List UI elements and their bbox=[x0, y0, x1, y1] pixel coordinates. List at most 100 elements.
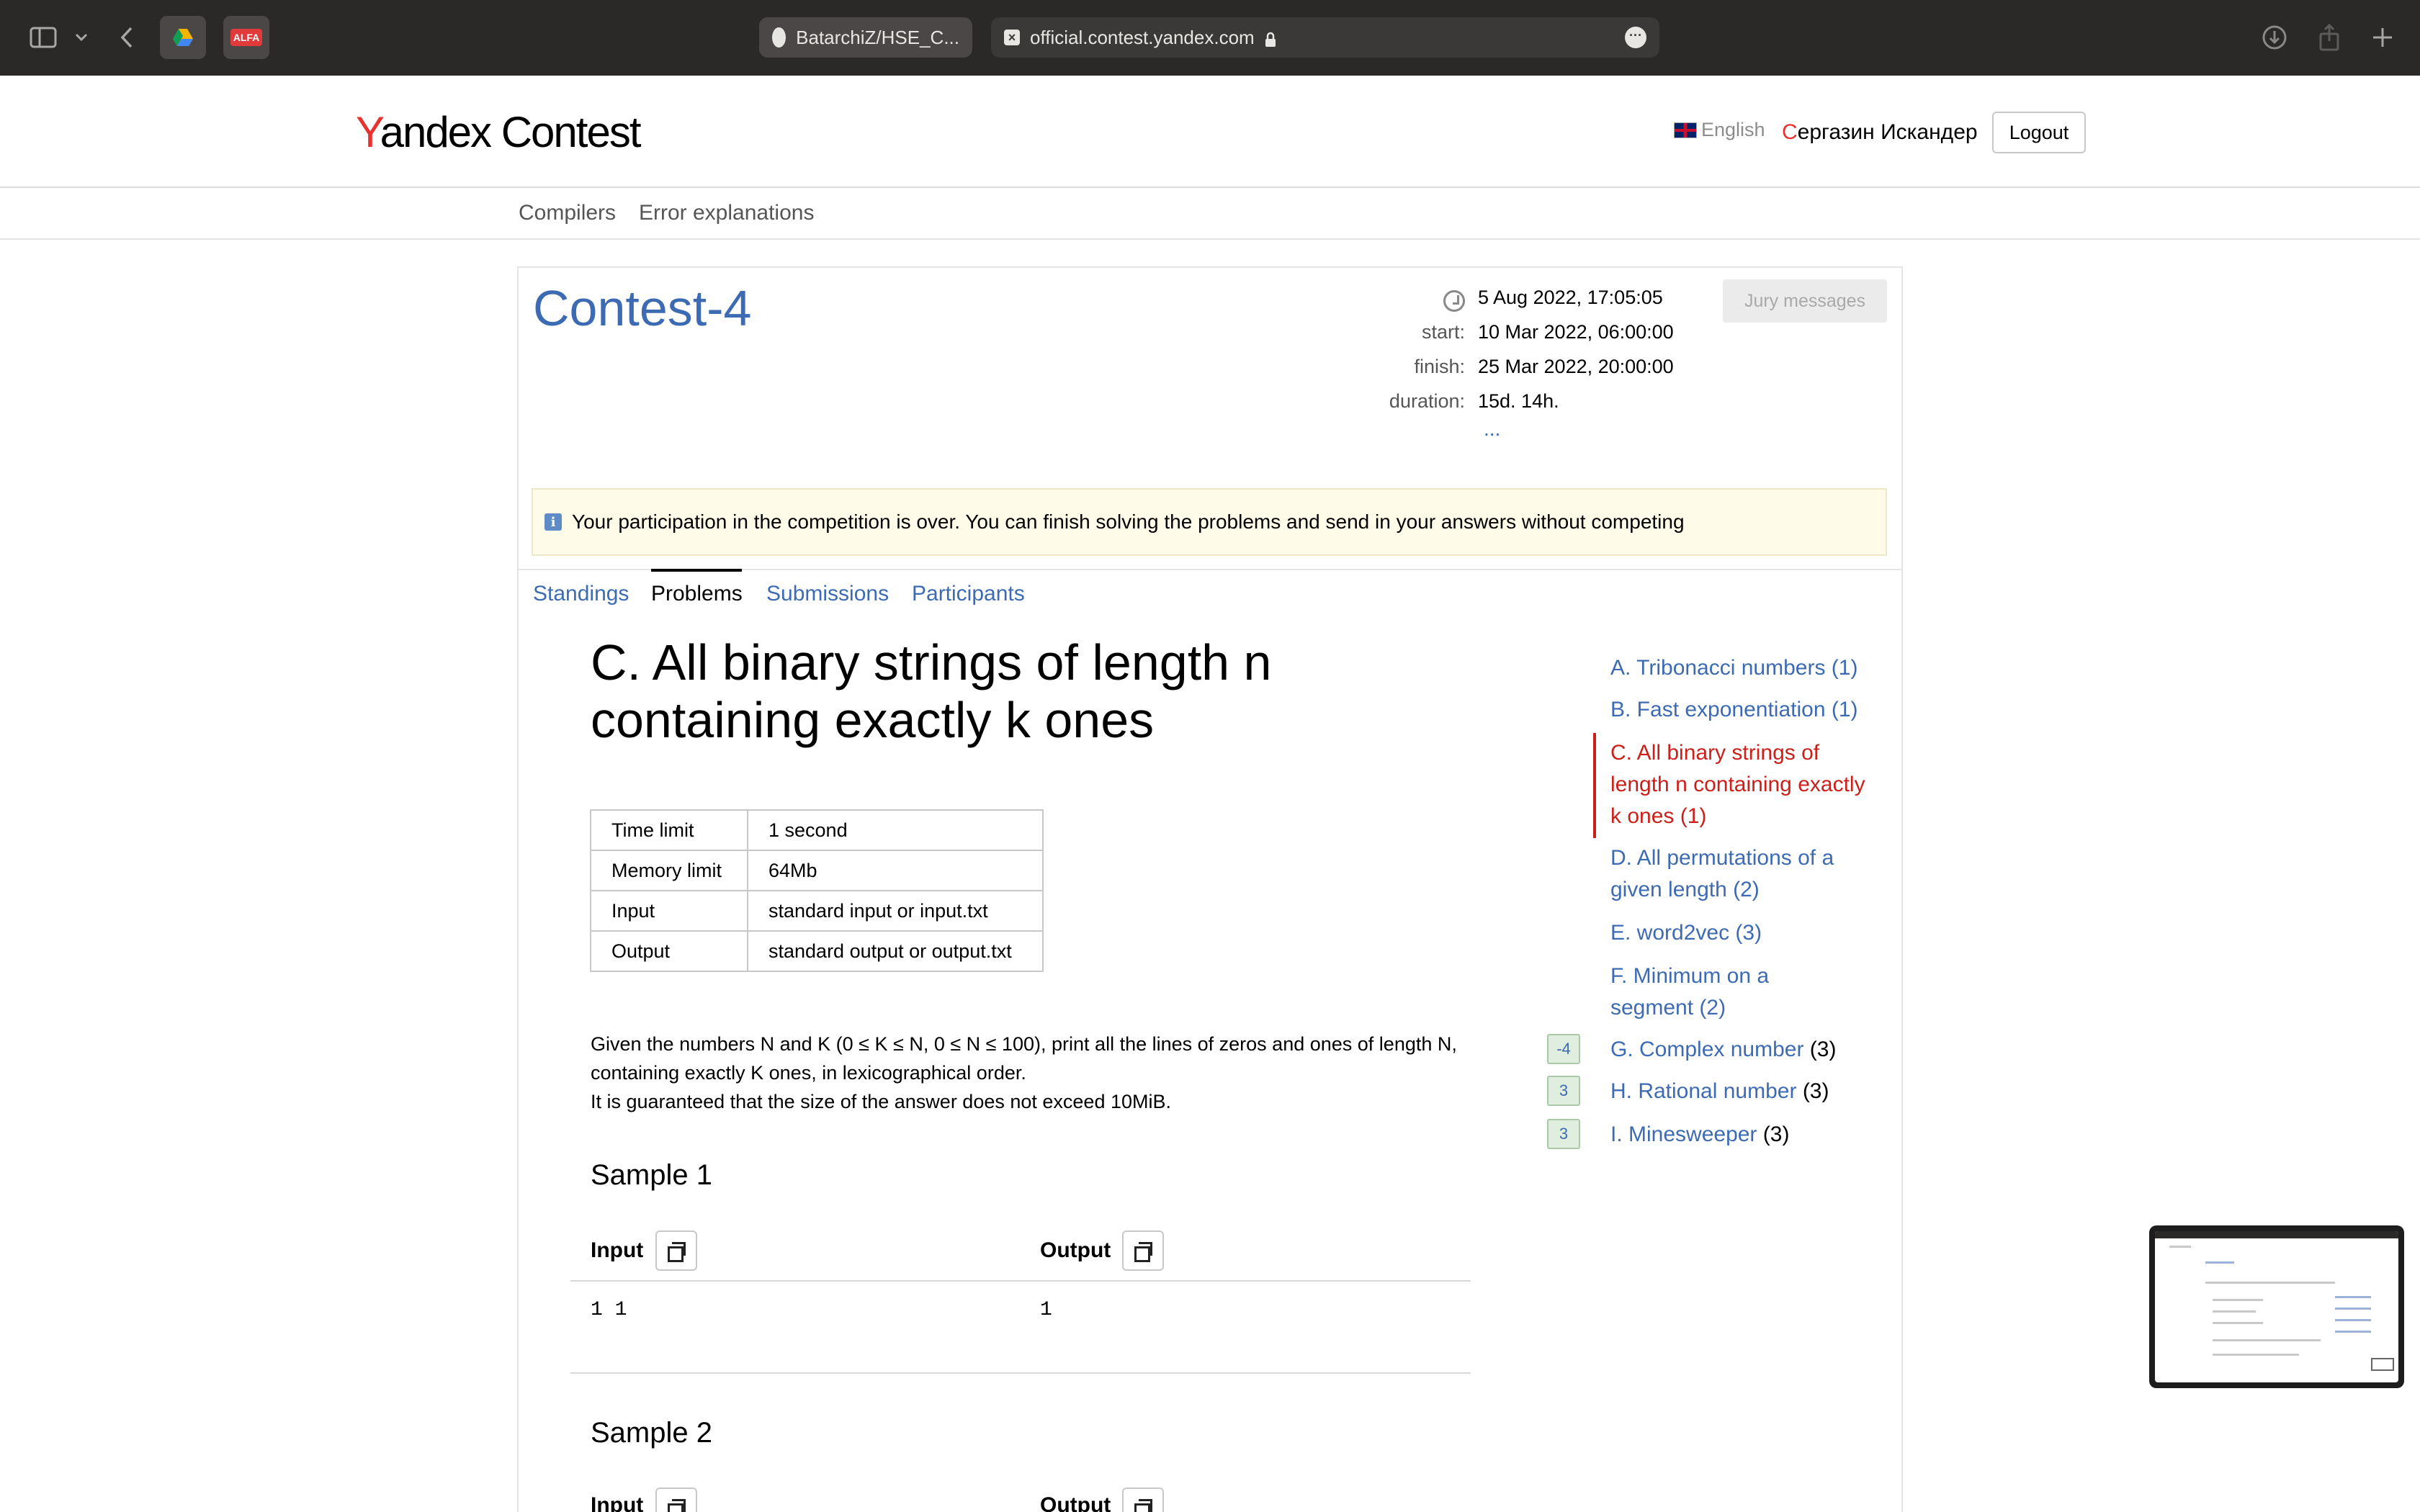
yandex-contest-logo[interactable]: Yandex Contest bbox=[356, 107, 642, 157]
user-initial: С bbox=[1782, 120, 1798, 144]
problem-link-f[interactable]: F. Minimum on a segment (2) bbox=[1610, 960, 1884, 1024]
statement-line: It is guaranteed that the size of the an… bbox=[591, 1091, 1171, 1112]
problem-link-label: I. Minesweeper bbox=[1610, 1122, 1757, 1146]
copy-output-button[interactable] bbox=[1122, 1488, 1164, 1512]
thumbnail-line bbox=[2335, 1296, 2371, 1298]
jury-messages-button[interactable]: Jury messages bbox=[1723, 279, 1887, 323]
uk-flag-icon bbox=[1674, 122, 1697, 138]
sample-1-input-label: Input bbox=[591, 1238, 644, 1262]
more-info-link[interactable]: ... bbox=[1484, 418, 1500, 441]
user-name[interactable]: Сергазин Искандер bbox=[1782, 120, 1978, 145]
language-switcher[interactable]: English bbox=[1674, 119, 1765, 141]
limit-value: 64Mb bbox=[747, 850, 1044, 891]
problem-statement: Given the numbers N and K (0 ≤ K ≤ N, 0 … bbox=[591, 1030, 1498, 1116]
problem-count: (3) bbox=[1802, 1079, 1829, 1103]
sample-2-title: Sample 2 bbox=[591, 1417, 712, 1449]
share-icon[interactable] bbox=[2313, 22, 2345, 53]
sample-2-output-label: Output bbox=[1040, 1493, 1111, 1512]
table-row: Time limit 1 second bbox=[590, 809, 1044, 851]
clock-icon bbox=[1443, 290, 1465, 312]
current-problem-marker bbox=[1593, 733, 1596, 838]
sample-2-input-label: Input bbox=[591, 1493, 644, 1512]
screenshot-thumbnail[interactable] bbox=[2149, 1225, 2404, 1388]
limit-key: Memory limit bbox=[590, 850, 748, 891]
site-header: Yandex Contest English Сергазин Искандер… bbox=[0, 76, 2420, 188]
address-text[interactable]: official.contest.yandex.com bbox=[1030, 27, 1255, 49]
browser-tab-github[interactable]: BatarchiZ/HSE_C... bbox=[759, 17, 972, 58]
problem-link-e[interactable]: E. word2vec (3) bbox=[1610, 917, 1884, 949]
copy-output-button[interactable] bbox=[1122, 1230, 1164, 1271]
problem-count: (3) bbox=[1809, 1038, 1837, 1061]
thumbnail-line bbox=[2335, 1308, 2371, 1310]
lock-icon bbox=[1265, 30, 1276, 47]
thumbnail-line bbox=[2213, 1339, 2321, 1341]
thumbnail-line bbox=[2205, 1261, 2234, 1264]
logout-button[interactable]: Logout bbox=[1992, 112, 2086, 153]
table-row: Output standard output or output.txt bbox=[590, 930, 1044, 972]
thumbnail-box bbox=[2371, 1358, 2394, 1371]
tab-problems[interactable]: Problems bbox=[651, 582, 743, 606]
problem-link-h[interactable]: H. Rational number (3) bbox=[1610, 1076, 1884, 1107]
thumbnail-line bbox=[2213, 1299, 2263, 1301]
alfa-extension-icon[interactable]: ALFA bbox=[223, 16, 269, 59]
copy-icon bbox=[668, 1242, 686, 1262]
problem-link-label: G. Complex number bbox=[1610, 1038, 1804, 1061]
sample-1-input-value: 1 1 bbox=[591, 1299, 627, 1321]
thumbnail-toolbar bbox=[2155, 1231, 2398, 1238]
compilers-link[interactable]: Compilers bbox=[519, 201, 616, 225]
problem-title: C. All binary strings of length n contai… bbox=[591, 634, 1383, 749]
problem-link-line: F. Minimum on a bbox=[1610, 964, 1770, 988]
language-label: English bbox=[1701, 119, 1765, 140]
copy-input-button[interactable] bbox=[655, 1230, 697, 1271]
google-drive-extension-icon[interactable] bbox=[160, 16, 206, 59]
limit-value: standard output or output.txt bbox=[747, 930, 1044, 972]
score-badge: -4 bbox=[1547, 1034, 1580, 1064]
thumbnail-line bbox=[2205, 1282, 2335, 1284]
github-icon bbox=[772, 27, 786, 48]
close-tab-icon[interactable]: × bbox=[1004, 30, 1020, 45]
limit-value: 1 second bbox=[747, 809, 1044, 851]
limit-key: Output bbox=[590, 930, 748, 972]
problem-link-i[interactable]: I. Minesweeper (3) bbox=[1610, 1119, 1884, 1151]
problem-link-b[interactable]: B. Fast exponentiation (1) bbox=[1610, 694, 1884, 726]
new-tab-plus-icon[interactable] bbox=[2367, 22, 2398, 53]
sidebar-toggle-icon[interactable] bbox=[27, 22, 59, 53]
thumbnail-line bbox=[2213, 1322, 2263, 1324]
error-explanations-link[interactable]: Error explanations bbox=[639, 201, 814, 225]
score-badge: 3 bbox=[1547, 1076, 1580, 1106]
thumbnail-line bbox=[2213, 1354, 2299, 1356]
browser-tab-yandex[interactable]: × official.contest.yandex.com ··· bbox=[991, 17, 1659, 58]
user-name-rest: ергазин Искандер bbox=[1797, 120, 1978, 144]
limits-table: Time limit 1 second Memory limit 64Mb Inpu… bbox=[590, 809, 1044, 972]
participation-notice: i Your participation in the competition … bbox=[532, 488, 1887, 556]
chevron-down-icon[interactable] bbox=[71, 22, 92, 53]
copy-icon bbox=[1134, 1499, 1152, 1512]
duration-value: 15d. 14h. bbox=[1478, 390, 1559, 412]
problem-link-label: H. Rational number bbox=[1610, 1079, 1797, 1103]
problem-link-a[interactable]: A. Tribonacci numbers (1) bbox=[1610, 652, 1884, 684]
sample-1-output-value: 1 bbox=[1040, 1299, 1052, 1321]
problem-link-line: C. All binary strings of bbox=[1610, 741, 1820, 765]
thumbnail-line bbox=[2213, 1310, 2256, 1313]
problem-link-line: length n containing exactly bbox=[1610, 773, 1865, 796]
problem-link-line: D. All permutations of a bbox=[1610, 846, 1834, 870]
more-options-icon[interactable]: ··· bbox=[1625, 27, 1646, 48]
problem-link-line: k ones (1) bbox=[1610, 804, 1707, 828]
problem-link-d[interactable]: D. All permutations of a given length (2… bbox=[1610, 842, 1884, 906]
copy-icon bbox=[668, 1499, 686, 1512]
problem-link-c[interactable]: C. All binary strings of length n contai… bbox=[1610, 737, 1884, 832]
limit-key: Time limit bbox=[590, 809, 748, 851]
tab-participants[interactable]: Participants bbox=[912, 582, 1025, 606]
back-arrow-icon[interactable] bbox=[114, 22, 140, 53]
sample-divider bbox=[570, 1372, 1471, 1374]
browser-toolbar: ALFA BatarchiZ/HSE_C... × official.conte… bbox=[0, 0, 2420, 76]
downloads-icon[interactable] bbox=[2259, 22, 2290, 53]
contest-title[interactable]: Contest-4 bbox=[533, 279, 751, 337]
alfa-extension-label: ALFA bbox=[230, 29, 263, 46]
problem-link-g[interactable]: G. Complex number (3) bbox=[1610, 1034, 1884, 1066]
tab-standings[interactable]: Standings bbox=[533, 582, 629, 606]
copy-input-button[interactable] bbox=[655, 1488, 697, 1512]
table-row: Memory limit 64Mb bbox=[590, 850, 1044, 891]
table-row: Input standard input or input.txt bbox=[590, 890, 1044, 932]
tab-submissions[interactable]: Submissions bbox=[766, 582, 889, 606]
